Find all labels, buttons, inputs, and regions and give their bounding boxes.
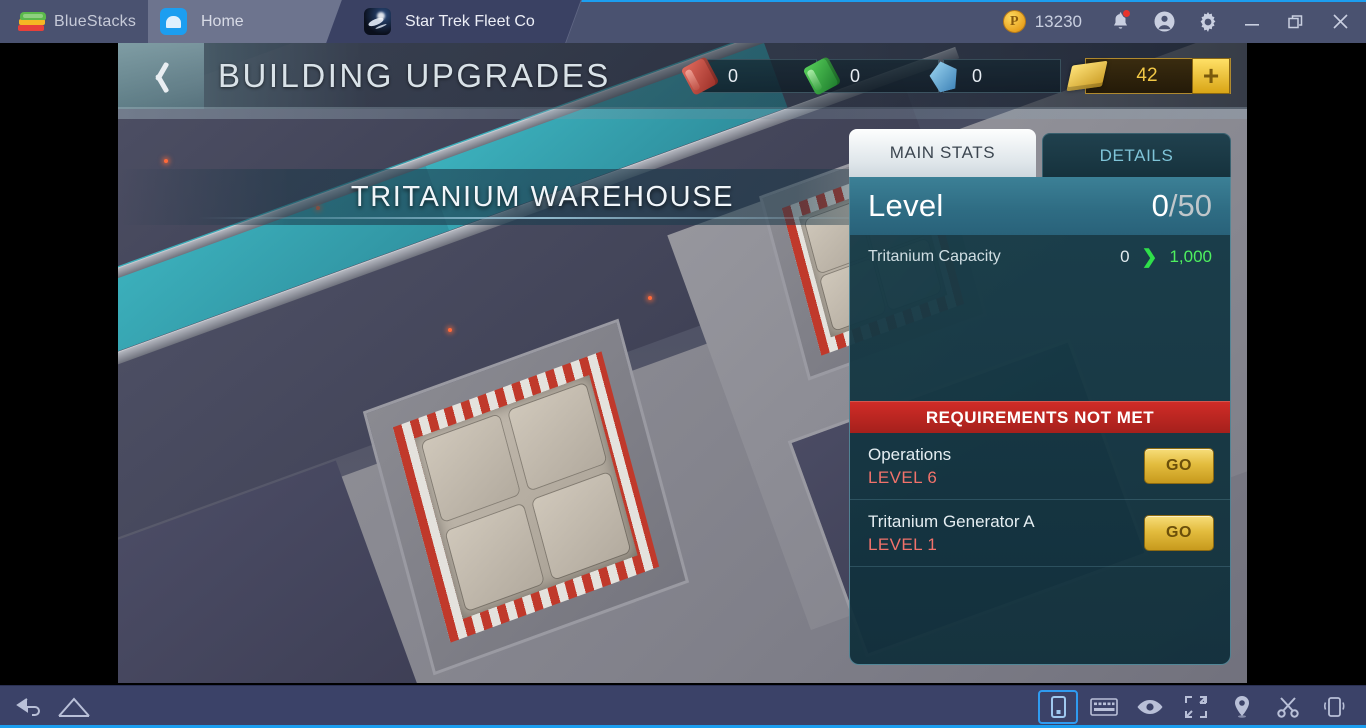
dilithium-value: 0 — [972, 65, 983, 86]
game-stage: BUILDING UPGRADES 0 0 0 42 + TRITANIUM W… — [0, 43, 1366, 685]
tritanium-value: 0 — [850, 65, 861, 86]
level-max: 50 — [1177, 188, 1212, 223]
game-header: BUILDING UPGRADES 0 0 0 42 + — [118, 43, 1247, 119]
game-viewport[interactable]: BUILDING UPGRADES 0 0 0 42 + TRITANIUM W… — [118, 43, 1247, 683]
titlebar-controls: P 13230 — [1002, 0, 1366, 43]
panel-tabs: MAIN STATS DETAILS — [849, 129, 1231, 177]
requirement-level: LEVEL 6 — [868, 467, 938, 487]
account-button[interactable] — [1142, 0, 1186, 43]
parsteel-icon — [680, 56, 720, 96]
level-label: Level — [868, 188, 944, 223]
building-name: TRITANIUM WAREHOUSE — [118, 169, 967, 225]
resource-tritanium[interactable]: 0 — [802, 56, 939, 96]
tab-main-stats[interactable]: MAIN STATS — [849, 129, 1036, 177]
keyboard-icon[interactable] — [1084, 690, 1124, 724]
requirement-row-tritanium-generator-a: Tritanium Generator A LEVEL 1 GO — [850, 500, 1230, 567]
stat-values: 0 ❯ 1,000 — [1120, 246, 1212, 269]
points-value: 13230 — [1034, 11, 1082, 31]
panel-spacer — [850, 279, 1230, 401]
location-pin-icon[interactable] — [1222, 690, 1262, 724]
notifications-button[interactable] — [1098, 0, 1142, 43]
resource-bar: 0 0 0 42 + — [680, 56, 1247, 96]
back-icon[interactable] — [10, 690, 50, 724]
level-value: 0/50 — [1152, 188, 1212, 224]
tab-details[interactable]: DETAILS — [1042, 133, 1231, 177]
window-tab-star-trek[interactable]: Star Trek Fleet Co — [326, 0, 582, 43]
device-icon[interactable] — [1038, 690, 1078, 724]
building-info-panel: MAIN STATS DETAILS Level 0/50 Tritanium … — [849, 129, 1231, 665]
bottombar-left-controls — [0, 690, 94, 724]
star-trek-app-icon — [364, 8, 391, 35]
back-button[interactable] — [118, 43, 204, 109]
eye-icon[interactable] — [1130, 690, 1170, 724]
tab-label-star-trek: Star Trek Fleet Co — [405, 12, 535, 30]
resource-dilithium[interactable]: 0 — [943, 59, 1061, 93]
go-button-operations[interactable]: GO — [1144, 448, 1214, 484]
window-titlebar: BlueStacks Home Star Trek Fleet Co P 132… — [0, 0, 1366, 43]
requirement-level: LEVEL 1 — [868, 534, 938, 554]
stat-row-tritanium-capacity: Tritanium Capacity 0 ❯ 1,000 — [850, 235, 1230, 279]
requirement-row-operations: Operations LEVEL 6 GO — [850, 433, 1230, 500]
resource-latinum[interactable]: 42 + — [1066, 58, 1231, 94]
bluestacks-brand: BlueStacks — [0, 0, 148, 43]
shake-device-icon[interactable] — [1314, 690, 1354, 724]
fullscreen-icon[interactable] — [1176, 690, 1216, 724]
back-chevron-icon — [151, 59, 171, 93]
bluestacks-logo-icon — [18, 10, 46, 34]
brand-label: BlueStacks — [54, 12, 137, 30]
panel-body: Level 0/50 Tritanium Capacity 0 ❯ 1,000 … — [849, 177, 1231, 665]
close-button[interactable] — [1318, 0, 1362, 43]
minimize-button[interactable] — [1230, 0, 1274, 43]
go-button-tritanium-generator-a[interactable]: GO — [1144, 515, 1214, 551]
level-row: Level 0/50 — [850, 177, 1230, 235]
scene-light — [448, 328, 452, 332]
resource-parsteel[interactable]: 0 — [680, 56, 817, 96]
home-icon — [160, 8, 187, 35]
level-current: 0 — [1151, 188, 1169, 223]
latinum-icon — [1066, 60, 1108, 92]
level-separator: / — [1168, 188, 1178, 223]
tab-label-home: Home — [201, 12, 244, 30]
add-latinum-button[interactable]: + — [1192, 58, 1230, 94]
bluestacks-bottombar — [0, 685, 1366, 728]
restore-button[interactable] — [1274, 0, 1318, 43]
requirement-text: Tritanium Generator A LEVEL 1 — [868, 512, 1035, 555]
points-coin-icon: P — [1002, 10, 1026, 33]
requirement-text: Operations LEVEL 6 — [868, 445, 951, 488]
stat-arrow-icon: ❯ — [1141, 246, 1158, 268]
requirement-name: Operations — [868, 444, 952, 464]
latinum-value: 42 — [1136, 65, 1158, 86]
settings-button[interactable] — [1186, 0, 1230, 43]
stat-current: 0 — [1120, 247, 1130, 266]
bottombar-right-controls — [1038, 690, 1366, 724]
scene-light — [648, 296, 652, 300]
scene-light — [164, 159, 168, 163]
home-icon[interactable] — [54, 690, 94, 724]
notification-badge — [1122, 9, 1131, 18]
parsteel-value: 0 — [728, 65, 739, 86]
requirements-banner: REQUIREMENTS NOT MET — [850, 401, 1230, 433]
scissors-icon[interactable] — [1268, 690, 1308, 724]
points-display[interactable]: P 13230 — [1002, 10, 1082, 33]
window-tab-home[interactable]: Home — [122, 0, 360, 43]
stat-label: Tritanium Capacity — [868, 248, 1001, 265]
stat-next: 1,000 — [1169, 247, 1212, 266]
page-title: BUILDING UPGRADES — [218, 57, 611, 94]
requirement-name: Tritanium Generator A — [868, 511, 1035, 531]
